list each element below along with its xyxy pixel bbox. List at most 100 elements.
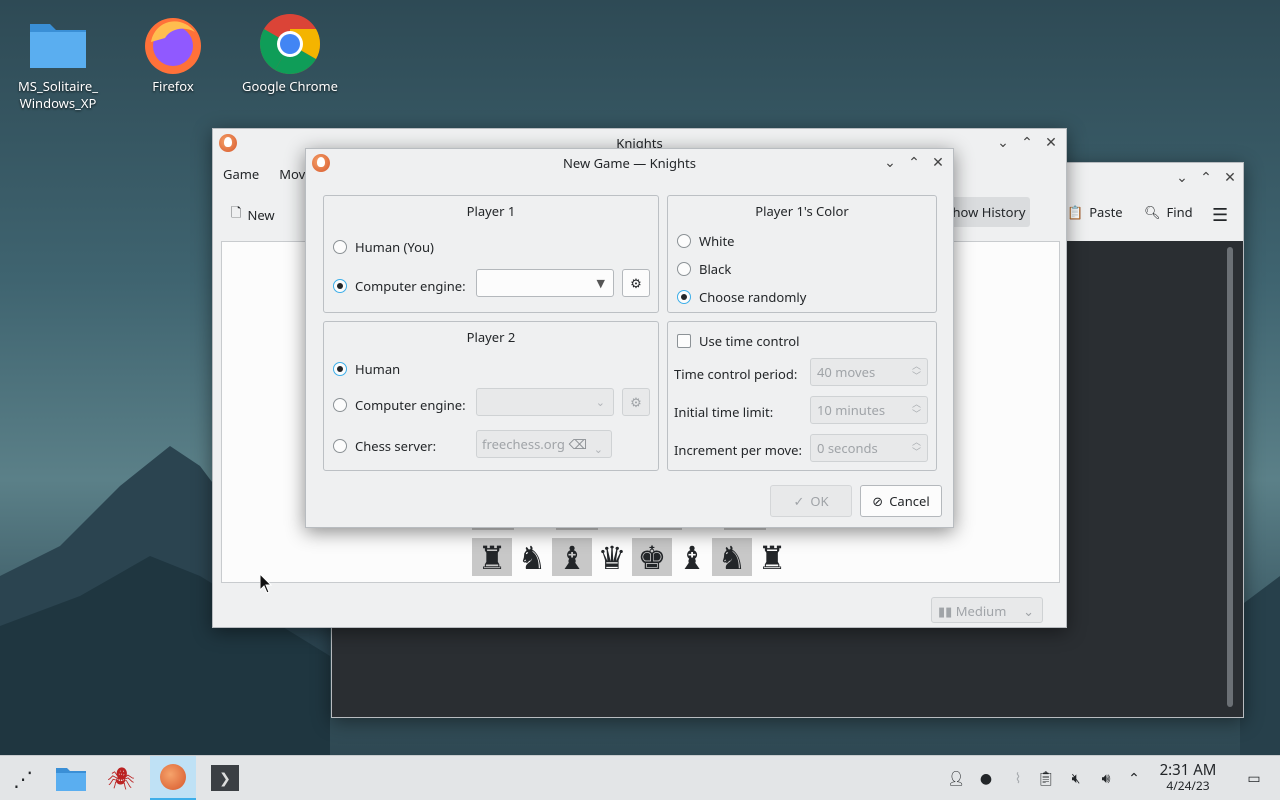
menu-move[interactable]: Mov — [279, 165, 305, 183]
close-icon[interactable]: ✕ — [1221, 168, 1239, 187]
close-icon[interactable]: ✕ — [929, 153, 947, 172]
initial-time-label: Initial time limit: — [674, 403, 774, 421]
maximize-icon[interactable]: ⌃ — [1197, 168, 1215, 187]
spin-arrows-icon: ︿ ﹀ — [911, 397, 921, 420]
new-game-dialog[interactable]: New Game — Knights ⌄ ⌃ ✕ Player 1 Human … — [305, 148, 954, 528]
search-icon: 🔍︎ — [1144, 203, 1161, 221]
increment-label: Increment per move: — [674, 441, 802, 459]
player2-engine-config-button[interactable]: ⚙ — [622, 388, 650, 416]
player2-engine-radio[interactable]: Computer engine: — [333, 396, 466, 414]
piece-rook[interactable]: ♜ — [752, 536, 792, 579]
maximize-icon[interactable]: ⌃ — [905, 153, 923, 172]
task-solitaire[interactable]: 🕷︎ — [98, 756, 144, 800]
network-icon[interactable]: ⌇ — [1008, 768, 1028, 788]
checkmark-icon: ✓ — [793, 492, 805, 510]
terminal-icon: ❯ — [211, 765, 239, 791]
task-knights[interactable] — [150, 756, 196, 800]
group-title: Player 1's Color — [755, 202, 849, 220]
sliders-icon: ⚙ — [630, 274, 642, 292]
difficulty-combo[interactable]: ▮▮ Medium ⌄ — [931, 597, 1043, 623]
app-launcher-button[interactable]: ⋰ — [0, 756, 46, 800]
piece-king[interactable]: ♚ — [632, 536, 672, 579]
player2-server-radio[interactable]: Chess server: — [333, 437, 436, 455]
folder-icon — [26, 12, 90, 76]
dialog-titlebar[interactable]: New Game — Knights ⌄ ⌃ ✕ — [306, 149, 953, 177]
ok-button[interactable]: ✓ OK — [770, 485, 852, 517]
initial-time-spinbox[interactable]: 10 minutes ︿ ﹀ — [810, 396, 928, 424]
close-icon[interactable]: ✕ — [1042, 133, 1060, 152]
piece-bishop[interactable]: ♝ — [672, 536, 712, 579]
knights-logo-icon — [219, 134, 237, 152]
color-random-radio[interactable]: Choose randomly — [677, 288, 806, 306]
spin-arrows-icon: ︿ ﹀ — [911, 435, 921, 458]
piece-row: ♜ ♞ ♝ ♛ ♚ ♝ ♞ ♜ — [472, 536, 792, 579]
maximize-icon[interactable]: ⌃ — [1018, 133, 1036, 152]
desktop-icon-firefox[interactable]: Firefox — [125, 8, 221, 95]
knights-logo-icon — [312, 154, 330, 172]
volume-muted-icon[interactable]: 🔇︎ — [1066, 768, 1086, 788]
group-title: Player 1 — [466, 202, 516, 220]
steam-icon[interactable]: ● — [976, 768, 996, 788]
color-white-radio[interactable]: White — [677, 232, 735, 250]
chevron-down-icon: ⌄ — [595, 395, 605, 410]
piece-bishop[interactable]: ♝ — [552, 536, 592, 579]
minimize-icon[interactable]: ⌄ — [994, 133, 1012, 152]
paste-icon: 📋 — [1067, 203, 1084, 221]
sliders-icon: ⚙ — [630, 393, 642, 411]
player1-color-group: Player 1's Color White Black Choose rand… — [667, 195, 937, 313]
cancel-icon: ⊘ — [872, 492, 884, 510]
minimize-icon[interactable]: ⌄ — [881, 153, 899, 172]
desktop-icon-label: MS_Solitaire_ Windows_XP — [18, 77, 98, 112]
toolbar-new-button[interactable]: 🗋 New — [231, 203, 275, 226]
player1-group: Player 1 Human (You) Computer engine: ▼ … — [323, 195, 659, 313]
desktop-icon-solitaire[interactable]: MS_Solitaire_ Windows_XP — [10, 8, 106, 112]
scrollbar[interactable] — [1227, 247, 1233, 707]
paste-button[interactable]: 📋 Paste — [1067, 203, 1123, 221]
player1-engine-radio[interactable]: Computer engine: — [333, 277, 466, 295]
cancel-button[interactable]: ⊘ Cancel — [860, 485, 942, 517]
chrome-icon — [258, 12, 322, 76]
piece-queen[interactable]: ♛ — [592, 536, 632, 579]
hamburger-menu-icon[interactable]: ☰ — [1212, 203, 1228, 227]
player1-engine-config-button[interactable]: ⚙ — [622, 269, 650, 297]
chess-server-combo[interactable]: freechess.org ⌫ ⌄ — [476, 430, 612, 458]
tray-expand-icon[interactable]: ⌃ — [1124, 768, 1144, 788]
increment-spinbox[interactable]: 0 seconds ︿ ﹀ — [810, 434, 928, 462]
find-button[interactable]: 🔍︎ Find — [1144, 203, 1193, 221]
task-terminal[interactable]: ❯ — [202, 756, 248, 800]
spin-arrows-icon: ︿ ﹀ — [911, 359, 921, 382]
player1-engine-combo[interactable]: ▼ — [476, 269, 614, 297]
piece-knight[interactable]: ♞ — [712, 536, 752, 579]
volume-icon[interactable]: 🔊︎ — [1096, 768, 1116, 788]
clear-text-icon[interactable]: ⌫ — [569, 431, 587, 457]
taskbar: ⋰ 🕷︎ ❯ 👤︎ ● ⌇ 📋︎ 🔇︎ 🔊︎ ⌃ 2:31 AM 4/24/23… — [0, 755, 1280, 800]
knights-logo-icon — [160, 764, 186, 790]
time-period-spinbox[interactable]: 40 moves ︿ ﹀ — [810, 358, 928, 386]
minimize-icon[interactable]: ⌄ — [1173, 168, 1191, 187]
time-control-group: Use time control Time control period: 40… — [667, 321, 937, 471]
show-desktop-icon[interactable]: ▭ — [1244, 768, 1264, 788]
player2-engine-combo[interactable]: ⌄ — [476, 388, 614, 416]
clipboard-icon[interactable]: 📋︎ — [1036, 768, 1056, 788]
menu-game[interactable]: Game — [223, 165, 259, 183]
menu-bar: Game Mov — [223, 165, 305, 183]
time-period-label: Time control period: — [674, 365, 798, 383]
player2-group: Player 2 Human Computer engine: ⌄ ⚙ Ches… — [323, 321, 659, 471]
desktop-icon-label: Firefox — [152, 77, 194, 95]
task-file-manager[interactable] — [48, 756, 94, 800]
desktop-icon-chrome[interactable]: Google Chrome — [242, 8, 338, 95]
player2-human-radio[interactable]: Human — [333, 360, 400, 378]
piece-rook[interactable]: ♜ — [472, 536, 512, 579]
user-icon[interactable]: 👤︎ — [946, 768, 966, 788]
desktop-icon-label: Google Chrome — [242, 77, 338, 95]
use-time-control-checkbox[interactable]: Use time control — [677, 332, 800, 350]
new-document-icon: 🗋 — [231, 203, 242, 221]
player1-human-radio[interactable]: Human (You) — [333, 238, 434, 256]
piece-knight[interactable]: ♞ — [512, 536, 552, 579]
launcher-icon: ⋰ — [13, 764, 33, 792]
color-black-radio[interactable]: Black — [677, 260, 731, 278]
show-history-button[interactable]: how History — [948, 197, 1030, 227]
clock-date: 4/24/23 — [1166, 777, 1210, 794]
clock[interactable]: 2:31 AM 4/24/23 — [1152, 762, 1224, 793]
chevron-down-icon: ⌄ — [593, 442, 603, 457]
